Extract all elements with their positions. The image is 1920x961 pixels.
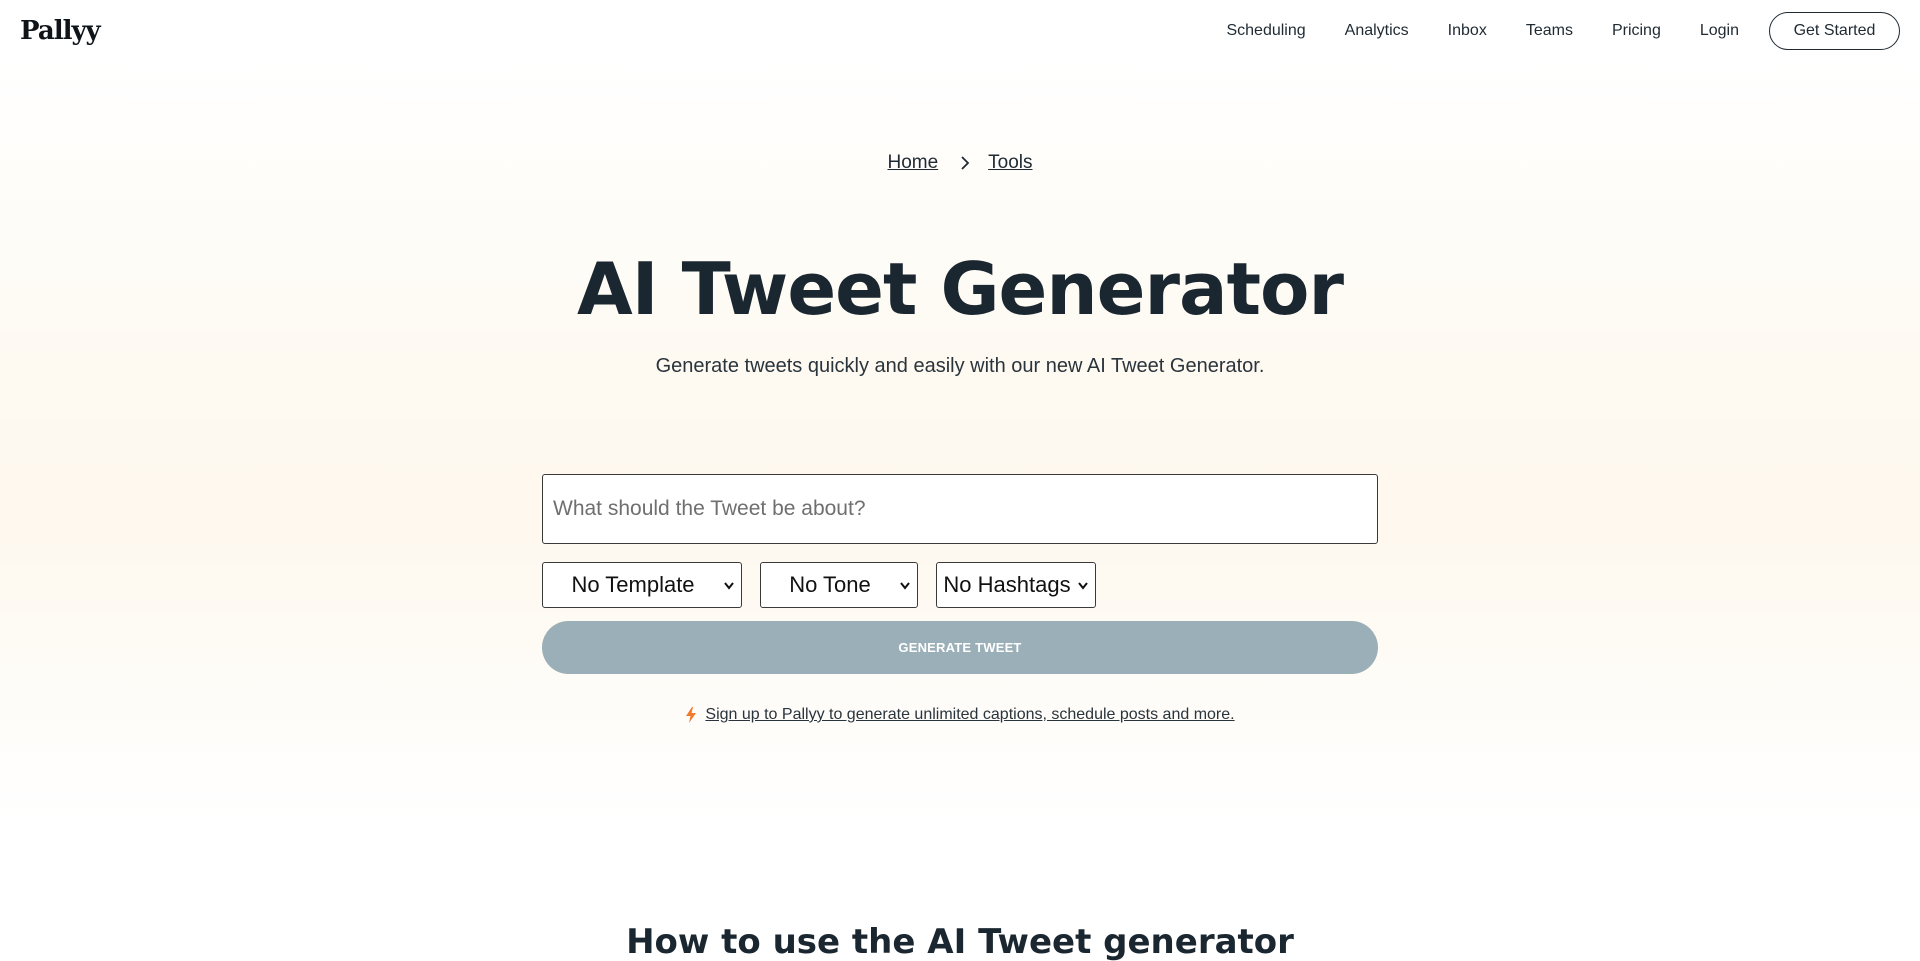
chevron-down-icon: [724, 582, 734, 590]
breadcrumb-home[interactable]: Home: [887, 152, 938, 174]
hashtags-select[interactable]: No Hashtags: [936, 562, 1096, 608]
nav-login[interactable]: Login: [1700, 22, 1739, 40]
generate-tweet-button[interactable]: GENERATE TWEET: [542, 621, 1378, 674]
nav-teams[interactable]: Teams: [1526, 22, 1573, 40]
get-started-button[interactable]: Get Started: [1769, 12, 1900, 50]
page-subtitle: Generate tweets quickly and easily with …: [655, 355, 1265, 377]
breadcrumb: Home Tools: [0, 152, 1920, 174]
breadcrumb-tools[interactable]: Tools: [988, 152, 1032, 174]
tone-select[interactable]: No Tone: [760, 562, 918, 608]
tweet-topic-input[interactable]: [542, 474, 1378, 544]
nav-pricing[interactable]: Pricing: [1612, 22, 1661, 40]
signup-link[interactable]: Sign up to Pallyy to generate unlimited …: [0, 706, 1920, 724]
hero-section: Home Tools AI Tweet Generator Generate t…: [0, 62, 1920, 822]
how-to-use-heading: How to use the AI Tweet generator: [626, 922, 1294, 961]
hashtags-select-value: No Hashtags: [943, 572, 1071, 597]
signup-link-text: Sign up to Pallyy to generate unlimited …: [705, 706, 1235, 723]
signup-link-content: Sign up to Pallyy to generate unlimited …: [685, 706, 1235, 724]
main-nav: Scheduling Analytics Inbox Teams Pricing…: [1226, 12, 1900, 50]
site-header: Pallyy Scheduling Analytics Inbox Teams …: [0, 0, 1920, 62]
page-title: AI Tweet Generator: [577, 247, 1344, 331]
nav-inbox[interactable]: Inbox: [1448, 22, 1487, 40]
template-select-value: No Template: [571, 572, 695, 597]
chevron-down-icon: [900, 582, 910, 590]
tone-select-value: No Tone: [789, 572, 871, 597]
lightning-bolt-icon: [685, 707, 697, 723]
chevron-right-icon: [960, 156, 970, 170]
chevron-down-icon: [1078, 582, 1088, 590]
nav-scheduling[interactable]: Scheduling: [1226, 22, 1305, 40]
nav-analytics[interactable]: Analytics: [1345, 22, 1409, 40]
template-select[interactable]: No Template: [542, 562, 742, 608]
pallyy-logo[interactable]: Pallyy: [20, 16, 101, 46]
